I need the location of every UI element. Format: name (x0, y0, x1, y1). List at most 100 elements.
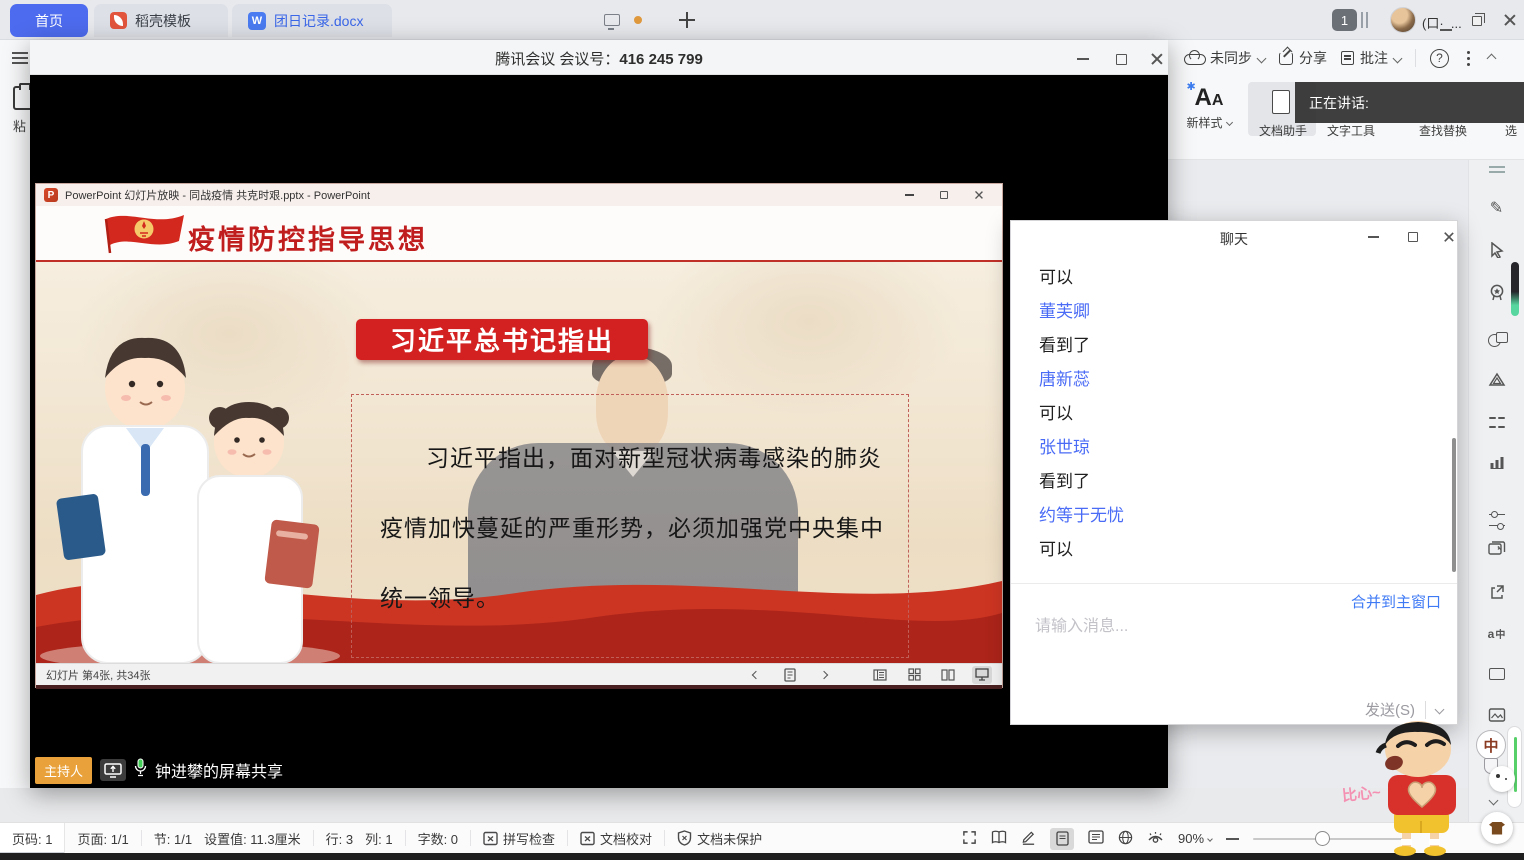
app-restore-button[interactable] (1472, 13, 1482, 31)
slide-sorter-button[interactable] (904, 666, 924, 684)
spell-check-button[interactable]: 拼写检查 (471, 823, 567, 854)
zoom-out-button[interactable] (1226, 838, 1239, 840)
status-page-number[interactable]: 页码: 1 (0, 823, 65, 854)
meeting-title: 腾讯会议 会议号：416 245 799 (30, 48, 1168, 69)
export-share-icon[interactable] (1489, 584, 1505, 600)
speaking-label: 正在讲话: (1309, 93, 1369, 113)
tab-docer-templates[interactable]: 稻壳模板 (94, 4, 228, 37)
meeting-minimize-button[interactable] (1068, 49, 1098, 69)
chat-close-button[interactable] (1435, 228, 1463, 246)
zoom-value: 90% (1178, 831, 1204, 846)
shapes-icon[interactable] (1488, 332, 1506, 346)
highlighter-pen-icon[interactable]: ✎ (1490, 198, 1503, 218)
book-view-button[interactable] (991, 830, 1007, 847)
next-slide-button[interactable] (814, 666, 834, 684)
new-style-button[interactable]: ✱AA 新样式 (1176, 84, 1242, 131)
web-view-button[interactable] (1118, 830, 1133, 848)
ppt-close-button[interactable] (966, 187, 992, 203)
meeting-maximize-button[interactable] (1106, 49, 1136, 69)
meeting-titlebar[interactable]: 腾讯会议 会议号：416 245 799 (30, 40, 1168, 75)
skin-slider[interactable] (1507, 726, 1522, 808)
reading-view-button[interactable] (938, 666, 958, 684)
slideshow-view-button[interactable] (972, 666, 992, 684)
paste-icon[interactable] (13, 86, 30, 110)
ppt-window-bottom-edge (36, 685, 1002, 689)
chat-sender-name[interactable]: 约等于无忧 (1039, 499, 1429, 533)
find-replace-button[interactable]: 查找替换 (1410, 122, 1476, 139)
shield-icon (677, 830, 692, 846)
document-canvas-bottom (0, 788, 1524, 822)
medal-badge-icon[interactable] (1489, 284, 1505, 302)
translate-icon[interactable]: a中 (1488, 626, 1506, 641)
more-menu-button[interactable] (1467, 57, 1470, 60)
app-close-button[interactable] (1504, 13, 1516, 31)
share-button[interactable]: 分享 (1279, 48, 1327, 68)
comment-button[interactable]: 批注 (1341, 48, 1401, 68)
zhong-skin-badge[interactable]: 中 (1476, 730, 1506, 760)
chat-sender-name[interactable]: 张世琼 (1039, 431, 1429, 465)
settings-sliders-icon[interactable] (1489, 514, 1505, 526)
chat-title: 聊天 (1011, 229, 1457, 249)
chart-icon[interactable] (1490, 456, 1503, 469)
speaking-indicator: 正在讲话: (1295, 82, 1524, 123)
chat-minimize-button[interactable] (1359, 228, 1387, 246)
chat-sender-name[interactable]: 董芙卿 (1039, 295, 1429, 329)
image-icon[interactable] (1488, 708, 1505, 722)
sidebar-scrollbar[interactable] (1511, 262, 1519, 316)
chat-sender-name[interactable]: 唐新蕊 (1039, 363, 1429, 397)
merge-to-main-link[interactable]: 合并到主窗口 (1351, 591, 1441, 612)
send-options-chevron[interactable] (1435, 705, 1445, 715)
present-monitor-icon[interactable] (604, 14, 620, 26)
zoom-slider-knob[interactable] (1315, 831, 1330, 846)
prev-slide-button[interactable] (746, 666, 766, 684)
zoom-slider[interactable] (1253, 838, 1411, 840)
grid-apps-icon[interactable] (1489, 414, 1505, 430)
page-view-button[interactable] (1050, 828, 1074, 850)
chat-message-list[interactable]: 可以 董芙卿 看到了 唐新蕊 可以 张世琼 看到了 约等于无忧 可以 (1039, 261, 1429, 567)
chevron-down-icon (1225, 119, 1232, 126)
cursor-select-icon[interactable] (1490, 242, 1504, 258)
sync-button[interactable]: 未同步 (1184, 48, 1265, 68)
annotate-pen-button[interactable] (780, 666, 800, 684)
status-word-count[interactable]: 字数: 0 (406, 823, 470, 854)
meeting-close-button[interactable] (1142, 49, 1172, 69)
pyramid-icon[interactable] (1488, 372, 1506, 388)
window-count-badge[interactable]: 1 (1332, 9, 1357, 31)
ppt-maximize-button[interactable] (931, 187, 957, 203)
paste-label: 粘 (13, 116, 26, 135)
tab-document[interactable]: W 团日记录.docx (232, 4, 392, 37)
sync-label: 未同步 (1210, 48, 1252, 68)
ppt-titlebar[interactable]: P PowerPoint 幻灯片放映 - 同战疫情 共克时艰.pptx - Po… (36, 184, 1002, 206)
chat-maximize-button[interactable] (1399, 228, 1427, 246)
send-button[interactable]: 发送(S) (1365, 699, 1415, 720)
menu-icon[interactable] (12, 52, 28, 64)
edit-pen-button[interactable] (1021, 829, 1036, 848)
ppt-minimize-button[interactable] (896, 187, 922, 203)
app-minimize-button[interactable] (1440, 18, 1452, 36)
share-label: 分享 (1299, 48, 1327, 68)
screen-share-status: 主持人 钟进攀的屏幕共享 (35, 756, 283, 784)
proofread-button[interactable]: 文档校对 (568, 823, 664, 854)
theme-skin-button[interactable] (1481, 812, 1513, 844)
sidebar-drag-handle-icon[interactable] (1489, 166, 1505, 173)
assistant-face-icon[interactable] (1489, 766, 1515, 792)
wps-right-sidebar: ✎ a中 (1468, 160, 1524, 822)
zoom-level-button[interactable]: 90% (1178, 831, 1212, 846)
eye-protect-button[interactable] (1147, 830, 1164, 847)
protect-status-button[interactable]: 文档未保护 (665, 823, 774, 854)
outline-view-button[interactable] (1088, 830, 1104, 847)
collapse-ribbon-button[interactable] (1487, 53, 1497, 63)
user-avatar[interactable] (1390, 7, 1416, 33)
fullscreen-button[interactable] (962, 830, 977, 848)
archive-box-icon[interactable] (1489, 668, 1505, 680)
select-button[interactable]: 选 (1498, 122, 1524, 139)
image-copy-icon[interactable] (1488, 540, 1506, 556)
text-tools-button[interactable]: 文字工具 (1318, 122, 1384, 139)
chat-scrollbar[interactable] (1452, 438, 1456, 572)
chat-titlebar[interactable]: 聊天 (1011, 221, 1457, 253)
help-button[interactable]: ? (1430, 49, 1449, 68)
status-page[interactable]: 页面: 1/1 (65, 823, 140, 854)
tab-home[interactable]: 首页 (10, 4, 88, 37)
normal-view-button[interactable] (870, 666, 890, 684)
chat-input[interactable] (1035, 613, 1335, 641)
